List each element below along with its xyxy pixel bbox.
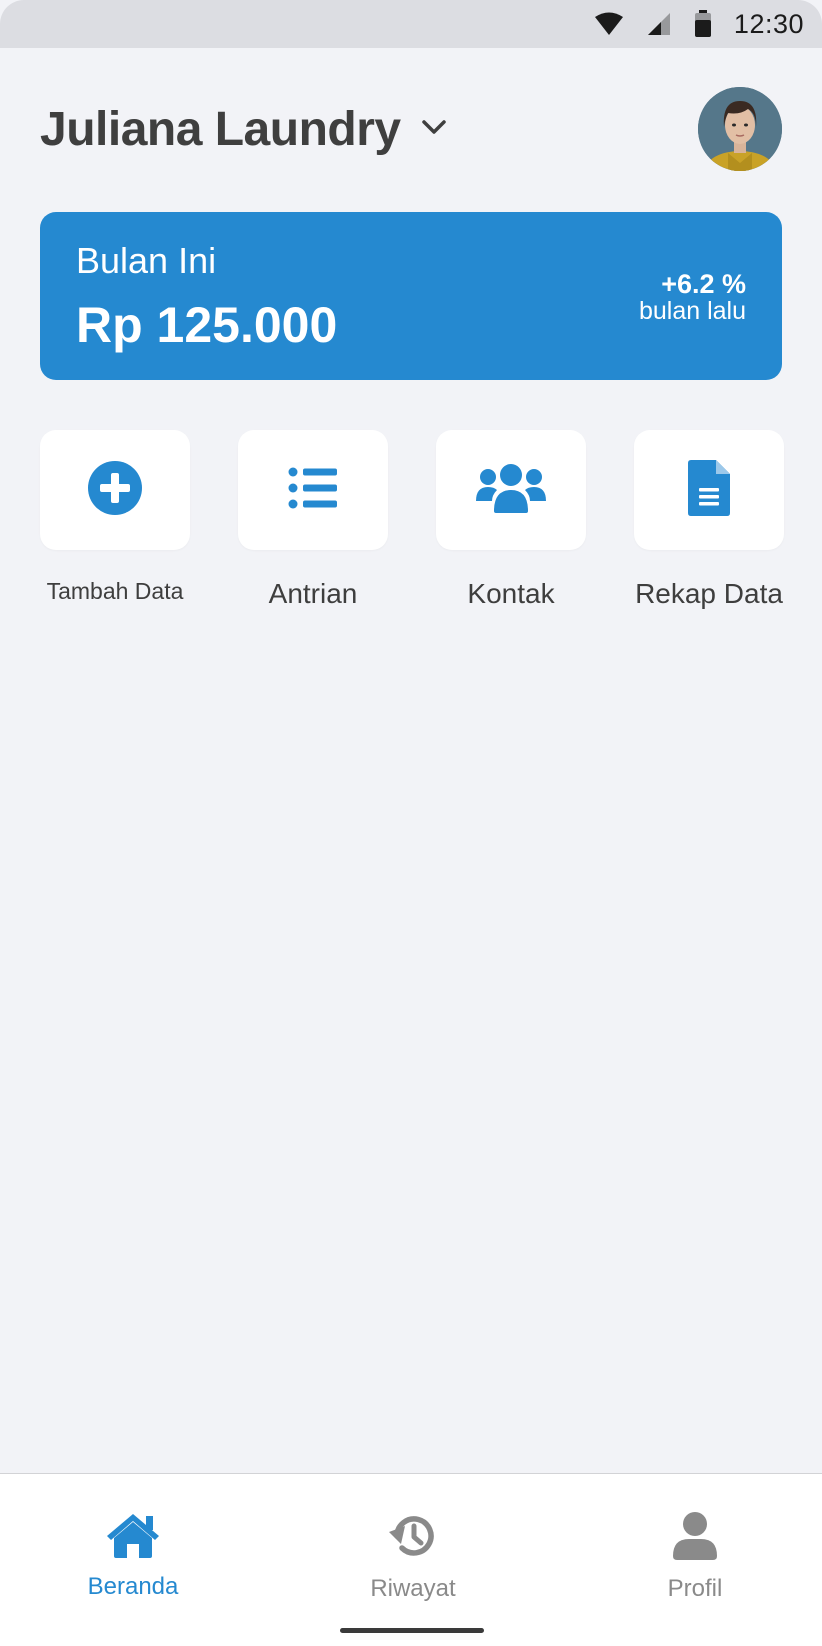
users-icon bbox=[476, 463, 546, 518]
nav-item-riwayat[interactable]: Riwayat bbox=[313, 1512, 513, 1603]
summary-growth: +6.2 % bulan lalu bbox=[639, 270, 746, 324]
menu-label: Tambah Data bbox=[46, 578, 184, 604]
menu-item-kontak[interactable]: Kontak bbox=[436, 430, 586, 610]
menu-label: Antrian bbox=[268, 578, 358, 609]
store-switcher[interactable]: Juliana Laundry bbox=[40, 102, 447, 157]
store-name: Juliana Laundry bbox=[40, 102, 401, 156]
app-screen: 12:30 Juliana Laundry Bulan Ini Rp 125.0… bbox=[0, 0, 822, 1646]
wifi-icon bbox=[594, 12, 624, 36]
battery-icon bbox=[694, 10, 712, 38]
menu-label: Rekap Data bbox=[635, 578, 783, 609]
status-bar: 12:30 bbox=[0, 0, 822, 48]
menu-item-rekap-data[interactable]: Rekap Data bbox=[634, 430, 784, 610]
monthly-summary-card: Bulan Ini Rp 125.000 +6.2 % bulan lalu bbox=[40, 212, 782, 380]
avatar-image bbox=[698, 87, 782, 171]
header: Juliana Laundry bbox=[40, 86, 782, 172]
history-icon bbox=[389, 1512, 437, 1565]
growth-label: bulan lalu bbox=[638, 297, 746, 325]
summary-amount: Rp 125.000 bbox=[76, 297, 338, 353]
user-icon bbox=[673, 1512, 717, 1565]
menu-item-tambah-data[interactable]: Tambah Data bbox=[40, 430, 190, 605]
menu-tile[interactable] bbox=[238, 430, 388, 550]
nav-item-beranda[interactable]: Beranda bbox=[33, 1512, 233, 1601]
avatar[interactable] bbox=[698, 87, 782, 171]
document-icon bbox=[688, 459, 730, 521]
nav-label: Beranda bbox=[87, 1573, 179, 1600]
menu-tile[interactable] bbox=[634, 430, 784, 550]
menu-label: Kontak bbox=[467, 578, 555, 609]
home-indicator bbox=[340, 1628, 484, 1633]
chevron-down-icon bbox=[421, 118, 447, 141]
plus-circle-icon bbox=[87, 460, 143, 521]
nav-label: Profil bbox=[667, 1575, 723, 1602]
home-icon bbox=[105, 1512, 161, 1563]
bottom-navigation: Beranda Riwayat Profil bbox=[0, 1473, 822, 1646]
menu-tile[interactable] bbox=[436, 430, 586, 550]
menu-item-antrian[interactable]: Antrian bbox=[238, 430, 388, 610]
cellular-signal-icon bbox=[646, 12, 672, 36]
summary-period: Bulan Ini bbox=[76, 240, 217, 281]
status-time: 12:30 bbox=[733, 8, 804, 39]
nav-label: Riwayat bbox=[370, 1575, 456, 1602]
menu-tile[interactable] bbox=[40, 430, 190, 550]
list-icon bbox=[288, 467, 338, 514]
growth-value: +6.2 % bbox=[661, 269, 746, 299]
nav-item-profil[interactable]: Profil bbox=[595, 1512, 795, 1603]
quick-menu: Tambah Data Antrian Kontak Rekap Data bbox=[40, 430, 784, 620]
